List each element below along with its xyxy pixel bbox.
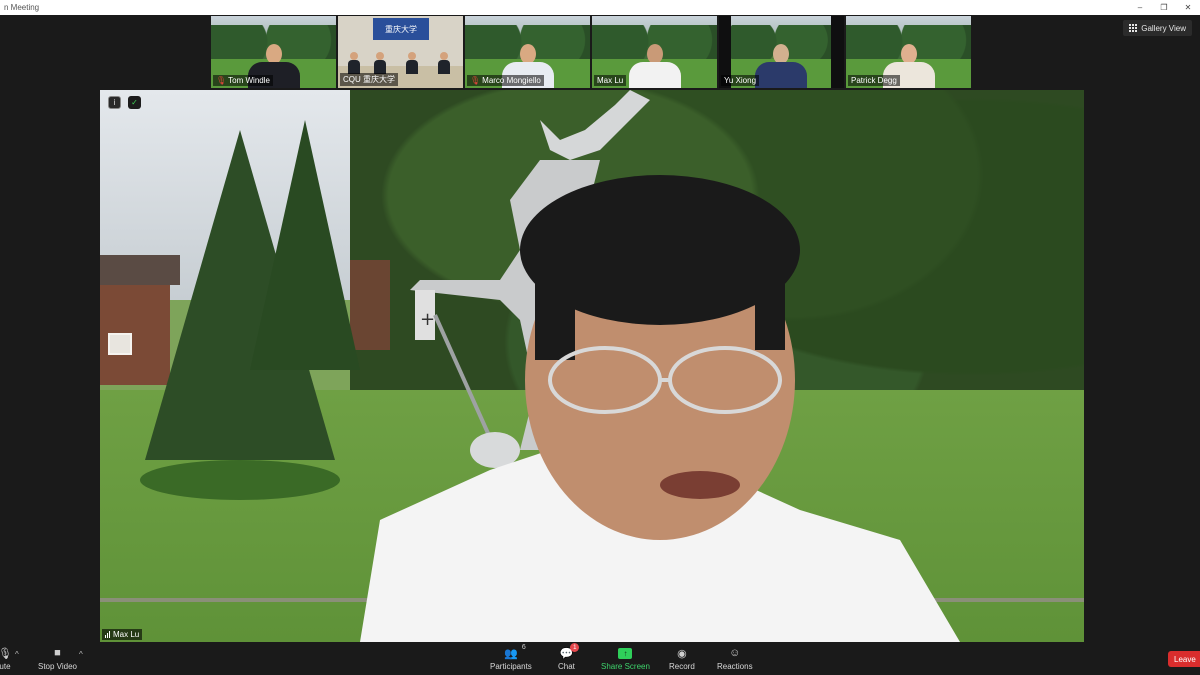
mute-label: ute bbox=[0, 662, 11, 671]
participant-tile[interactable]: 重庆大学 CQU 重庆大学 bbox=[338, 16, 463, 88]
reactions-label: Reactions bbox=[717, 662, 753, 671]
restore-icon[interactable]: ❐ bbox=[1152, 0, 1176, 15]
active-speaker-video[interactable]: + i ✓ Max Lu bbox=[100, 90, 1084, 642]
participant-name-tag: Yu Xiong bbox=[721, 75, 760, 86]
meeting-toolbar: 🎙 ute ^ ■ Stop Video ^ 👥 6 Participants 💬… bbox=[0, 642, 1200, 675]
record-button[interactable]: ◉ Record bbox=[669, 646, 695, 672]
gallery-view-button[interactable]: Gallery View bbox=[1123, 20, 1192, 36]
grid-icon bbox=[1129, 24, 1138, 32]
microphone-icon: 🎙 bbox=[0, 647, 12, 660]
participant-name: Max Lu bbox=[597, 76, 624, 85]
window-title: n Meeting bbox=[4, 3, 40, 12]
speaker-name: Max Lu bbox=[113, 630, 140, 639]
participant-video bbox=[755, 44, 807, 88]
speaker-person bbox=[360, 175, 960, 642]
chat-icon: 💬 1 bbox=[560, 643, 580, 660]
participant-tile[interactable]: Patrick Degg bbox=[846, 16, 971, 88]
audio-options-caret[interactable]: ^ bbox=[15, 650, 19, 659]
participants-button[interactable]: 👥 6 Participants bbox=[490, 644, 532, 671]
participant-name-tag: 🎙 Tom Windle bbox=[213, 75, 273, 86]
background-tree bbox=[250, 120, 360, 370]
participant-name-tag: CQU 重庆大学 bbox=[340, 73, 398, 86]
participant-video bbox=[628, 44, 681, 88]
participant-tile[interactable]: 🎙 Marco Mongiello bbox=[465, 16, 590, 88]
participants-icon: 👥 6 bbox=[504, 644, 526, 660]
participants-label: Participants bbox=[490, 662, 532, 671]
mic-muted-icon: 🎙 bbox=[470, 76, 481, 85]
leave-button[interactable]: Leave bbox=[1168, 651, 1200, 667]
chat-label: Chat bbox=[558, 662, 575, 671]
mic-muted-icon: 🎙 bbox=[216, 76, 227, 85]
zoom-meeting-window: n Meeting – ❐ ✕ 🎙 Tom Windle 重庆大学 CQU 重庆… bbox=[0, 0, 1200, 675]
stop-video-label: Stop Video bbox=[38, 662, 77, 671]
close-icon[interactable]: ✕ bbox=[1176, 0, 1200, 15]
chat-notification-badge: 1 bbox=[570, 643, 580, 652]
video-camera-icon: ■ bbox=[54, 647, 61, 659]
stop-video-button[interactable]: ■ Stop Video bbox=[38, 646, 77, 671]
chat-button[interactable]: 💬 1 Chat bbox=[558, 643, 580, 671]
gallery-view-label: Gallery View bbox=[1141, 23, 1186, 33]
participants-count: 6 bbox=[521, 644, 526, 651]
share-screen-label: Share Screen bbox=[601, 662, 650, 671]
signal-strength-icon bbox=[105, 631, 110, 638]
participant-tile-active[interactable]: Max Lu bbox=[592, 16, 717, 88]
participant-tile[interactable]: Yu Xiong bbox=[719, 16, 844, 88]
encryption-shield-icon[interactable]: ✓ bbox=[128, 96, 141, 109]
mute-button[interactable]: 🎙 ute bbox=[0, 646, 12, 672]
participant-strip: 🎙 Tom Windle 重庆大学 CQU 重庆大学 🎙 Marco Mongi… bbox=[211, 16, 971, 88]
participant-name-tag: 🎙 Marco Mongiello bbox=[467, 75, 544, 86]
participant-name: Patrick Degg bbox=[851, 76, 897, 85]
video-options-caret[interactable]: ^ bbox=[79, 650, 83, 659]
share-screen-button[interactable]: ↑ Share Screen bbox=[601, 646, 650, 671]
minimize-icon[interactable]: – bbox=[1128, 0, 1152, 15]
record-icon: ◉ bbox=[677, 647, 687, 660]
speaker-name-tag: Max Lu bbox=[102, 629, 143, 640]
participant-tile[interactable]: 🎙 Tom Windle bbox=[211, 16, 336, 88]
record-label: Record bbox=[669, 662, 695, 671]
reactions-emoji-icon: ☺ bbox=[729, 647, 741, 659]
title-bar: n Meeting – ❐ ✕ bbox=[0, 0, 1200, 15]
participant-name-tag: Patrick Degg bbox=[848, 75, 900, 86]
reactions-button[interactable]: ☺ Reactions bbox=[717, 646, 753, 671]
room-banner: 重庆大学 bbox=[373, 18, 429, 40]
participant-name-tag: Max Lu bbox=[594, 75, 627, 86]
meeting-info-icon[interactable]: i bbox=[108, 96, 121, 109]
participant-name: CQU 重庆大学 bbox=[343, 75, 395, 84]
participant-name: Yu Xiong bbox=[724, 76, 757, 85]
participant-name: Marco Mongiello bbox=[482, 76, 541, 85]
participant-name: Tom Windle bbox=[228, 76, 270, 85]
share-screen-icon: ↑ bbox=[618, 647, 633, 659]
